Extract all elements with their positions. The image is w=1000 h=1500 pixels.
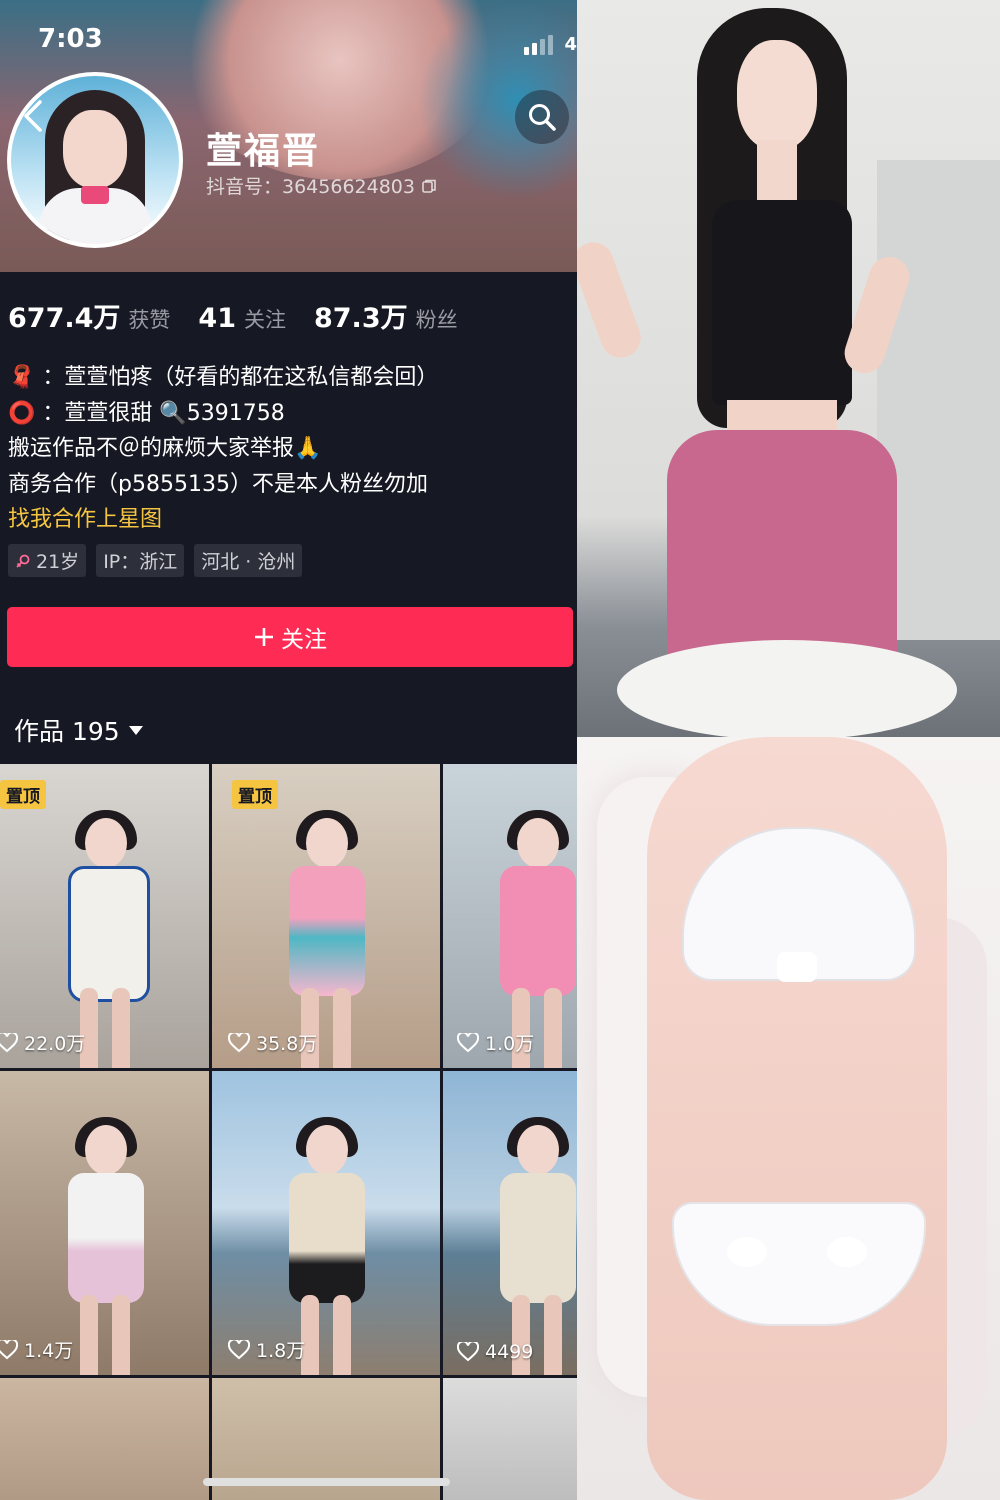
likes-value: 1.4万 (24, 1340, 74, 1362)
bio-line: 搬运作品不＠的麻烦大家举报🙏 (8, 436, 322, 461)
heart-icon (0, 1032, 18, 1052)
profile-stats: 677.4万 获赞 41 关注 87.3万 粉丝 (8, 296, 486, 335)
battery-level: 4 (564, 34, 577, 55)
age-text: 21岁 (36, 551, 80, 573)
video-likes: 4499 (457, 1341, 533, 1363)
photo-panel-bottom (577, 737, 1000, 1500)
follow-button[interactable]: 关注 (7, 607, 573, 667)
heart-icon (457, 1032, 479, 1052)
profile-tags: 21岁 IP：浙江 河北 · 沧州 (8, 544, 303, 577)
heart-icon (228, 1339, 250, 1359)
video-thumbnail[interactable]: 置顶 35.8万 (212, 764, 440, 1068)
followers-label[interactable]: 粉丝 (416, 304, 458, 334)
video-thumbnail[interactable]: 1.4万 (0, 1071, 209, 1375)
video-likes: 1.8万 (228, 1336, 305, 1363)
search-button[interactable] (515, 90, 569, 144)
video-likes: 1.4万 (0, 1336, 73, 1363)
pinned-badge: 置顶 (0, 780, 46, 809)
works-label: 作品 195 (14, 717, 120, 746)
bio-line: 商务合作（p5855135）不是本人粉丝勿加 (8, 471, 428, 497)
star-map-link[interactable]: 找我合作上星图 (8, 502, 438, 538)
likes-value: 1.0万 (485, 1033, 535, 1055)
bio-line: ⭕ ：萱萱很甜 🔍5391758 (8, 400, 285, 426)
douyin-id-text: 抖音号：36456624803 (206, 176, 415, 198)
likes-value: 35.8万 (256, 1033, 318, 1055)
profile-screen: 7:03 4 萱福晋 抖音号：36456624803 677.4万 获赞 41 … (0, 0, 577, 1500)
likes-value: 1.8万 (256, 1340, 306, 1362)
follow-label: 关注 (281, 627, 327, 653)
video-likes: 1.0万 (457, 1029, 534, 1056)
pinned-badge: 置顶 (232, 780, 278, 809)
heart-icon (457, 1342, 479, 1362)
heart-icon (0, 1339, 18, 1359)
caret-down-icon (128, 726, 143, 735)
photo-panel-top (577, 0, 1000, 737)
plus-icon (255, 628, 273, 646)
video-thumbnail[interactable]: 1.8万 (212, 1071, 440, 1375)
location-tag: 河北 · 沧州 (194, 544, 303, 577)
video-thumbnail[interactable] (443, 1378, 577, 1500)
likes-count: 677.4万 (8, 303, 121, 334)
video-likes: 35.8万 (228, 1029, 317, 1056)
home-indicator (203, 1478, 450, 1486)
video-thumbnail[interactable]: 1.0万 (443, 764, 577, 1068)
video-thumbnail[interactable]: 置顶 22.0万 (0, 764, 209, 1068)
profile-header: 7:03 4 萱福晋 抖音号：36456624803 (0, 0, 577, 272)
likes-value: 4499 (485, 1341, 534, 1363)
douyin-id: 抖音号：36456624803 (206, 172, 437, 199)
status-time: 7:03 (38, 24, 103, 54)
profile-name: 萱福晋 (206, 131, 321, 172)
signal-icon: 4 (524, 34, 577, 55)
search-icon (529, 104, 556, 131)
profile-bio: 🧣 ：萱萱怕疼（好看的都在这私信都会回） ⭕ ：萱萱很甜 🔍5391758 搬运… (8, 360, 438, 538)
ip-tag: IP：浙江 (96, 544, 185, 577)
bio-line: 🧣 ：萱萱怕疼（好看的都在这私信都会回） (8, 365, 439, 390)
heart-icon (228, 1032, 250, 1052)
age-tag: 21岁 (8, 544, 87, 577)
following-count[interactable]: 41 (198, 303, 236, 334)
copy-icon[interactable] (421, 178, 437, 194)
female-icon (16, 554, 30, 568)
tab-works[interactable]: 作品 195 (14, 712, 144, 748)
likes-value: 22.0万 (24, 1033, 86, 1055)
video-likes: 22.0万 (0, 1029, 85, 1056)
video-thumbnail[interactable]: 4499 (443, 1071, 577, 1375)
back-icon[interactable] (16, 96, 52, 136)
likes-label: 获赞 (128, 308, 171, 332)
following-label[interactable]: 关注 (244, 304, 286, 334)
video-thumbnail[interactable] (0, 1378, 209, 1500)
followers-count[interactable]: 87.3万 (314, 296, 408, 335)
